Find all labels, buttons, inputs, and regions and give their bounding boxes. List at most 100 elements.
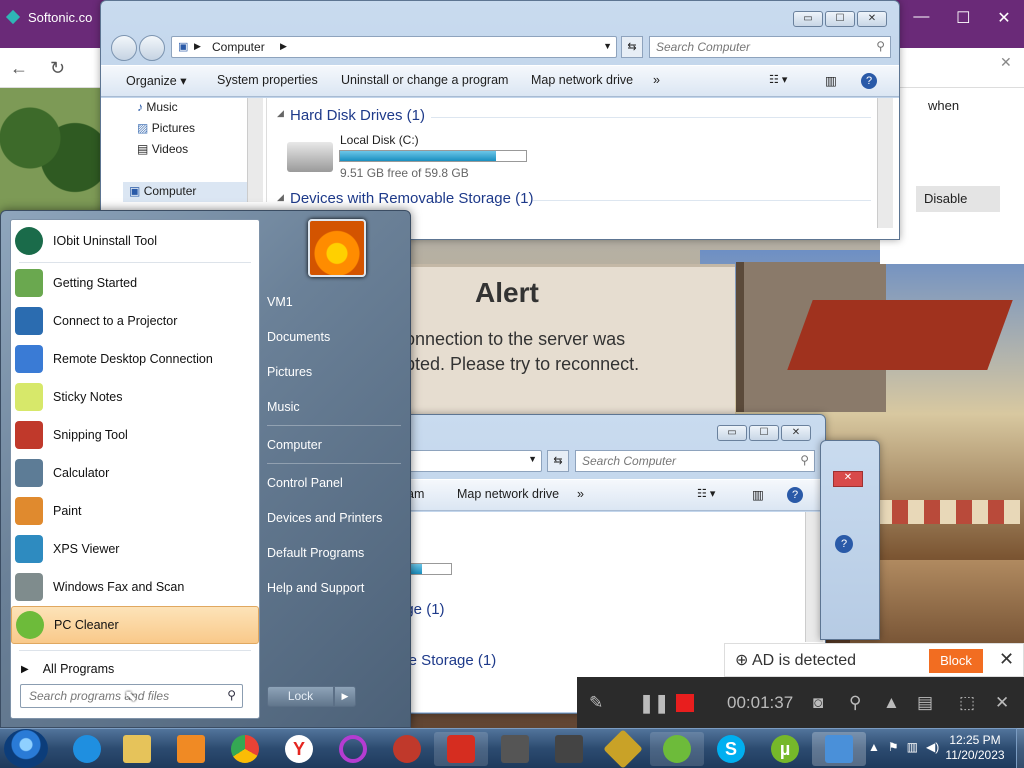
program-getting-started[interactable]: Getting Started (11, 264, 259, 302)
program-fax-scan[interactable]: Windows Fax and Scan (11, 568, 259, 606)
all-programs-button[interactable]: ▶ All Programs (11, 650, 259, 688)
taskbar-game-launcher[interactable] (596, 729, 650, 768)
taskbar-media-player[interactable] (164, 732, 218, 766)
collapse-icon[interactable]: ◢ (277, 192, 284, 203)
search-input[interactable]: Search Computer ⚲ (575, 450, 815, 472)
program-connect-projector[interactable]: Connect to a Projector (11, 302, 259, 340)
help-icon[interactable]: ? (861, 73, 877, 89)
program-xps-viewer[interactable]: XPS Viewer (11, 530, 259, 568)
block-button[interactable]: Block (929, 649, 983, 673)
breadcrumb-computer[interactable]: Computer (212, 40, 265, 54)
taskbar-world-of-warships[interactable] (542, 732, 596, 766)
chevron-right-icon[interactable]: ▶ (280, 41, 287, 52)
uninstall-program-button[interactable]: Uninstall or change a program (341, 73, 508, 87)
taskbar-utorrent[interactable]: µ (758, 732, 812, 766)
program-remote-desktop[interactable]: Remote Desktop Connection (11, 340, 259, 378)
start-right-default-programs[interactable]: Default Programs (267, 546, 364, 560)
help-icon[interactable]: ? (787, 487, 803, 503)
highlight-icon[interactable]: ▲ (883, 693, 900, 713)
chevron-down-icon[interactable]: ▼ (603, 41, 612, 51)
help-icon[interactable]: ? (835, 535, 853, 553)
drive-name[interactable]: Local Disk (C:) (340, 133, 419, 147)
chevron-down-icon[interactable]: ▼ (528, 454, 537, 464)
close-icon[interactable]: ✕ (995, 693, 1009, 713)
start-right-user[interactable]: VM1 (267, 295, 293, 309)
close-icon[interactable]: ✕ (1000, 54, 1012, 71)
program-calculator[interactable]: Calculator (11, 454, 259, 492)
user-avatar[interactable] (308, 219, 366, 277)
disable-button[interactable]: Disable (916, 186, 1000, 212)
zoom-icon[interactable]: ⚲ (849, 693, 861, 713)
collapse-icon[interactable]: ◢ (277, 108, 284, 119)
minimize-button[interactable]: ▭ (717, 425, 747, 441)
start-right-pictures[interactable]: Pictures (267, 365, 312, 379)
close-button[interactable]: ✕ (781, 425, 811, 441)
nav-item-computer[interactable]: ▣ Computer (123, 182, 253, 202)
pen-icon[interactable]: ✎ (589, 693, 603, 713)
toolbar-more-button[interactable]: » (577, 487, 584, 501)
shutdown-options-arrow[interactable]: ▶ (334, 686, 356, 707)
organize-button[interactable]: Organize ▾ (126, 73, 186, 88)
program-sticky-notes[interactable]: Sticky Notes (11, 378, 259, 416)
map-network-drive-button[interactable]: Map network drive (457, 487, 559, 501)
address-bar[interactable]: ▣ ▶ Computer ▶ ▼ (171, 36, 617, 58)
preview-pane-icon[interactable]: ▥ (752, 487, 764, 502)
group-hard-disk-drives[interactable]: Hard Disk Drives (1) (290, 107, 425, 124)
stop-icon[interactable] (676, 694, 694, 712)
show-hidden-icons-icon[interactable]: ▲ (868, 740, 880, 758)
taskbar-world-of-tanks[interactable] (488, 732, 542, 766)
nav-scrollbar[interactable] (247, 98, 263, 202)
browser-tab[interactable]: Softonic.co (5, 9, 108, 38)
volume-icon[interactable]: ◀) (926, 740, 939, 758)
maximize-button[interactable]: ☐ (956, 8, 970, 32)
start-right-control-panel[interactable]: Control Panel (267, 476, 343, 490)
program-snipping-tool[interactable]: Snipping Tool (11, 416, 259, 454)
start-right-devices-printers[interactable]: Devices and Printers (267, 511, 382, 525)
close-button[interactable]: ✕ (857, 11, 887, 27)
taskbar-pc-cleaner[interactable] (650, 732, 704, 766)
action-center-icon[interactable]: ⚑ (888, 740, 899, 758)
lock-button[interactable]: Lock (267, 686, 334, 707)
program-paint[interactable]: Paint (11, 492, 259, 530)
chevron-right-icon[interactable]: ▶ (194, 41, 201, 52)
program-pc-cleaner[interactable]: PC Cleaner (11, 606, 259, 644)
close-button[interactable]: ✕ (997, 8, 1010, 32)
pause-icon[interactable]: ❚❚ (639, 693, 669, 714)
start-button[interactable] (4, 729, 48, 768)
start-right-documents[interactable]: Documents (267, 330, 330, 344)
nav-item-videos[interactable]: ▤ Videos (137, 142, 188, 156)
taskbar-control-panel[interactable] (812, 732, 866, 766)
taskbar-internet-explorer[interactable] (60, 732, 114, 766)
system-properties-button[interactable]: System properties (217, 73, 318, 87)
taskbar-file-explorer[interactable] (110, 732, 164, 766)
close-icon[interactable]: ✕ (999, 649, 1014, 670)
vertical-scrollbar[interactable] (877, 98, 893, 228)
taskbar-skype[interactable]: S (704, 732, 758, 766)
start-right-computer[interactable]: Computer (267, 438, 322, 452)
taskbar-video-recorder[interactable] (434, 732, 488, 766)
map-network-drive-button[interactable]: Map network drive (531, 73, 633, 87)
minimize-button[interactable]: ▭ (793, 11, 823, 27)
network-icon[interactable]: ▥ (907, 740, 918, 758)
minimize-button[interactable]: — (913, 8, 929, 32)
preview-pane-icon[interactable]: ▥ (825, 73, 837, 88)
view-options-icon[interactable]: ☷ ▾ (769, 73, 787, 86)
refresh-button[interactable]: ⇆ (621, 36, 643, 58)
show-desktop-button[interactable] (1016, 728, 1024, 768)
maximize-button[interactable]: ☐ (825, 11, 855, 27)
refresh-button[interactable]: ⇆ (547, 450, 569, 472)
taskbar-yandex[interactable]: Y (272, 732, 326, 766)
nav-item-pictures[interactable]: ▨ Pictures (137, 121, 195, 135)
start-right-help-support[interactable]: Help and Support (267, 581, 364, 595)
taskbar-apex[interactable] (380, 732, 434, 766)
back-button[interactable] (111, 35, 137, 61)
taskbar-opera-gx[interactable] (326, 732, 380, 766)
taskbar-clock[interactable]: 12:25 PM 11/20/2023 (940, 733, 1010, 765)
address-bar[interactable]: ▼ (407, 450, 542, 472)
comment-icon[interactable]: ▤ (917, 693, 933, 713)
group-removable-storage[interactable]: Devices with Removable Storage (1) (290, 190, 533, 207)
toolbar-more-button[interactable]: » (653, 73, 660, 87)
back-arrow-icon[interactable]: ← (10, 58, 28, 78)
reload-icon[interactable]: ↻ (50, 58, 65, 78)
close-button[interactable]: ✕ (833, 471, 863, 487)
